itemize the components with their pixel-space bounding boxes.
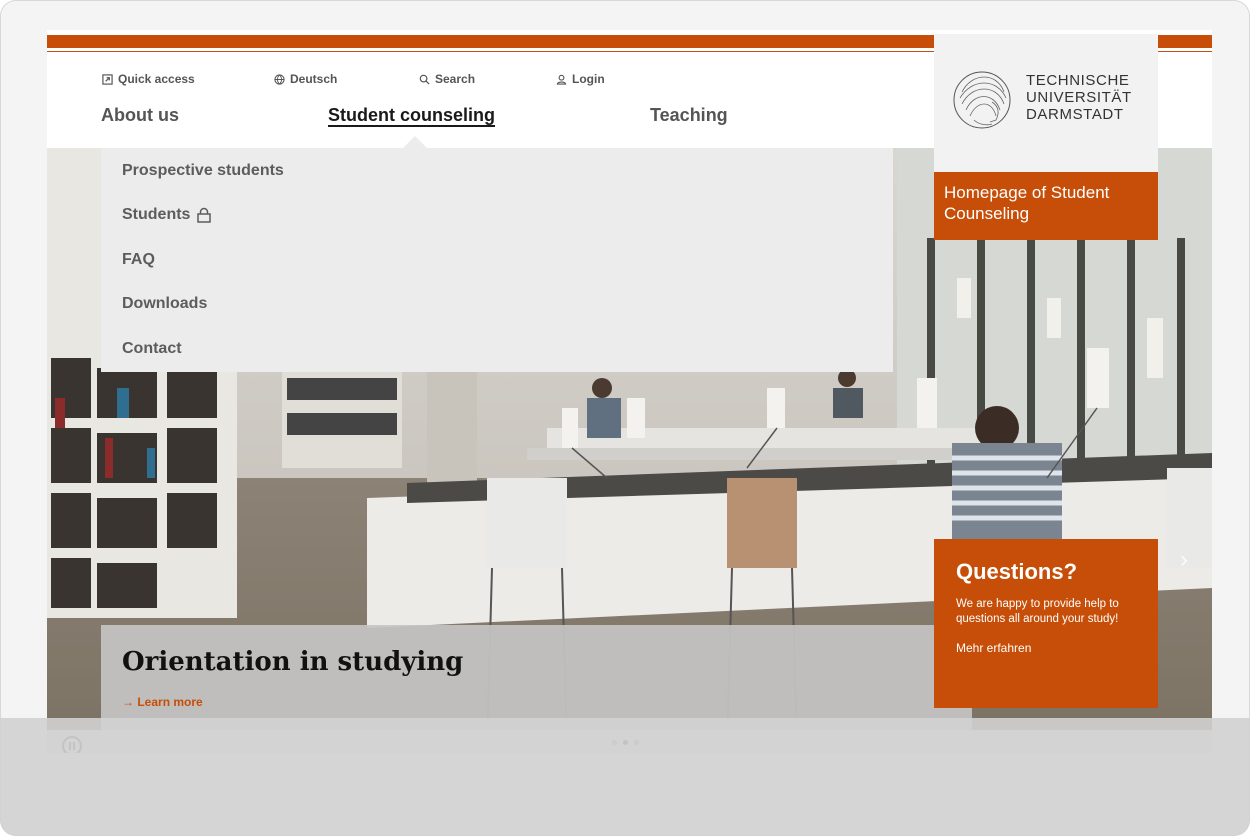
- lock-icon: [197, 207, 212, 223]
- dropdown-item-contact[interactable]: Contact: [122, 340, 182, 358]
- nav-item-about-us[interactable]: About us: [101, 105, 179, 126]
- dropdown-item-students[interactable]: Students: [122, 206, 212, 224]
- nav-item-teaching[interactable]: Teaching: [650, 105, 728, 126]
- dropdown-item-downloads[interactable]: Downloads: [122, 295, 207, 313]
- tu-darmstadt-logo[interactable]: TECHNISCHE UNIVERSITÄT DARMSTADT: [934, 34, 1158, 172]
- dropdown-item-prospective-students[interactable]: Prospective students: [122, 162, 284, 180]
- language-link[interactable]: Deutsch: [274, 72, 337, 86]
- logo-line-1: TECHNISCHE: [1026, 72, 1130, 89]
- dropdown-item-label: Contact: [122, 340, 182, 357]
- browser-frame: Quick access Deutsch Search Login About …: [0, 0, 1250, 836]
- learn-more-label: Learn more: [137, 695, 203, 709]
- external-box-icon: [102, 73, 113, 85]
- user-icon: [556, 74, 567, 85]
- nav-item-student-counseling[interactable]: Student counseling: [328, 105, 495, 126]
- questions-box: Questions? We are happy to provide help …: [934, 539, 1158, 708]
- login-label: Login: [572, 72, 605, 86]
- quick-access-link[interactable]: Quick access: [102, 72, 195, 86]
- dropdown-pointer: [403, 136, 427, 148]
- questions-more-link[interactable]: Mehr erfahren: [956, 641, 1136, 655]
- dropdown-item-faq[interactable]: FAQ: [122, 251, 155, 269]
- logo-line-3: DARMSTADT: [1026, 106, 1124, 123]
- search-icon: [419, 74, 430, 85]
- carousel-next-icon[interactable]: ›: [1180, 546, 1188, 574]
- athena-seal-icon: [953, 71, 1011, 129]
- main-nav: About us Student counseling Teaching: [47, 105, 927, 129]
- learn-more-link[interactable]: → Learn more: [122, 695, 203, 709]
- questions-body: We are happy to provide help to question…: [956, 598, 1119, 625]
- search-label: Search: [435, 72, 476, 86]
- homepage-link[interactable]: Homepage of Student Counseling: [934, 172, 1158, 240]
- search-link[interactable]: Search: [419, 72, 475, 86]
- dropdown-item-label: Students: [122, 206, 191, 223]
- logo-wordmark: TECHNISCHE UNIVERSITÄT DARMSTADT: [1026, 72, 1132, 123]
- logo-line-2: UNIVERSITÄT: [1026, 89, 1132, 106]
- dropdown-item-label: Downloads: [122, 295, 208, 312]
- student-counseling-dropdown: Prospective students Students FAQ Downlo…: [101, 136, 893, 372]
- arrow-right-icon: →: [122, 695, 134, 709]
- dropdown-item-label: Prospective students: [122, 162, 284, 179]
- hero-title: Orientation in studying: [122, 647, 464, 677]
- page: Quick access Deutsch Search Login About …: [47, 30, 1212, 753]
- globe-icon: [274, 73, 285, 85]
- hero-caption: Orientation in studying → Learn more: [101, 625, 972, 730]
- quick-access-label: Quick access: [118, 72, 195, 86]
- dropdown-item-label: FAQ: [122, 251, 155, 268]
- language-label: Deutsch: [290, 72, 338, 86]
- bottom-overlay: [0, 718, 1250, 836]
- login-link[interactable]: Login: [556, 72, 605, 86]
- questions-title: Questions?: [956, 559, 1078, 584]
